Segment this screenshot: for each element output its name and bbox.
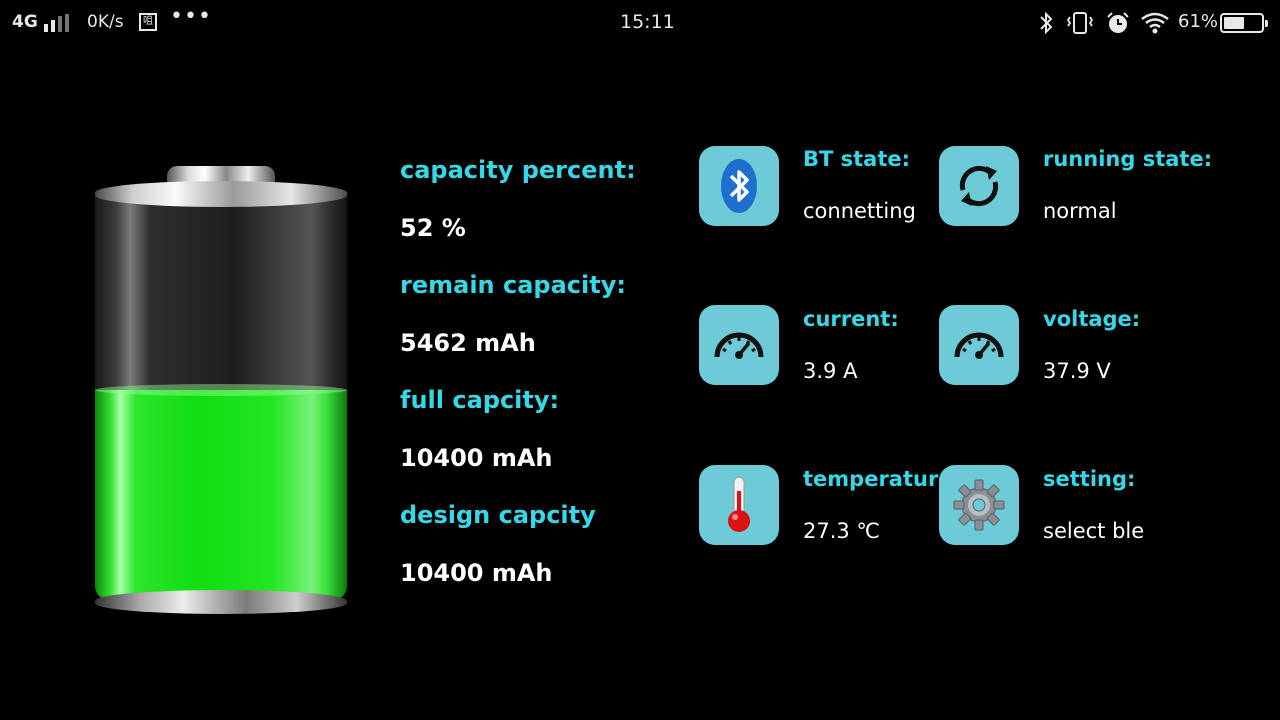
voltage-value: 37.9 V [1043, 359, 1111, 383]
gauge-icon [954, 332, 1004, 359]
current-label: current: [803, 307, 899, 331]
gear-icon [953, 479, 1005, 531]
remain-capacity-label: remain capacity: [400, 271, 626, 299]
bluetooth-icon [1036, 11, 1056, 39]
current-tile[interactable] [699, 305, 779, 385]
battery-charge-fill [95, 383, 347, 600]
setting-label: setting: [1043, 467, 1136, 491]
full-capacity-label: full capcity: [400, 386, 560, 414]
battery-bottom-ring [95, 590, 347, 614]
more-notifications-icon: ••• [170, 4, 212, 29]
bt-state-label: BT state: [803, 147, 911, 171]
setting-value: select ble [1043, 519, 1145, 543]
design-capacity-label: design capcity [400, 501, 596, 529]
battery-graphic [95, 166, 347, 616]
status-bar: 4G 0K/s 咀 ••• 15:11 61% [0, 0, 1280, 46]
signal-icon [44, 14, 72, 32]
bluetooth-tile[interactable] [699, 146, 779, 226]
temperature-value: 27.3 ℃ [803, 519, 881, 543]
temperature-tile[interactable] [699, 465, 779, 545]
notification-icon: 咀 [139, 13, 157, 31]
voltage-label: voltage: [1043, 307, 1141, 331]
running-state-tile[interactable] [939, 146, 1019, 226]
voltage-tile[interactable] [939, 305, 1019, 385]
remain-capacity-value: 5462 mAh [400, 329, 536, 357]
vibrate-icon [1066, 11, 1094, 39]
thermometer-icon [728, 476, 750, 532]
battery-top-ring [95, 181, 347, 207]
refresh-icon [959, 165, 999, 207]
bt-state-value: connetting [803, 199, 916, 223]
setting-tile[interactable] [939, 465, 1019, 545]
battery-body [95, 196, 347, 600]
network-type: 4G [12, 12, 38, 32]
gauge-icon [714, 332, 764, 359]
clock: 15:11 [620, 11, 675, 33]
running-state-value: normal [1043, 199, 1117, 223]
alarm-icon [1105, 11, 1131, 39]
battery-icon [1220, 13, 1268, 33]
bluetooth-icon [721, 159, 757, 213]
current-value: 3.9 A [803, 359, 858, 383]
temperature-label: temperature: [803, 467, 961, 491]
capacity-percent-value: 52 % [400, 214, 466, 242]
battery-percent: 61% [1178, 11, 1219, 32]
capacity-percent-label: capacity percent: [400, 156, 636, 184]
running-state-label: running state: [1043, 147, 1213, 171]
full-capacity-value: 10400 mAh [400, 444, 553, 472]
design-capacity-value: 10400 mAh [400, 559, 553, 587]
wifi-icon [1140, 11, 1170, 39]
network-speed: 0K/s [87, 12, 124, 32]
